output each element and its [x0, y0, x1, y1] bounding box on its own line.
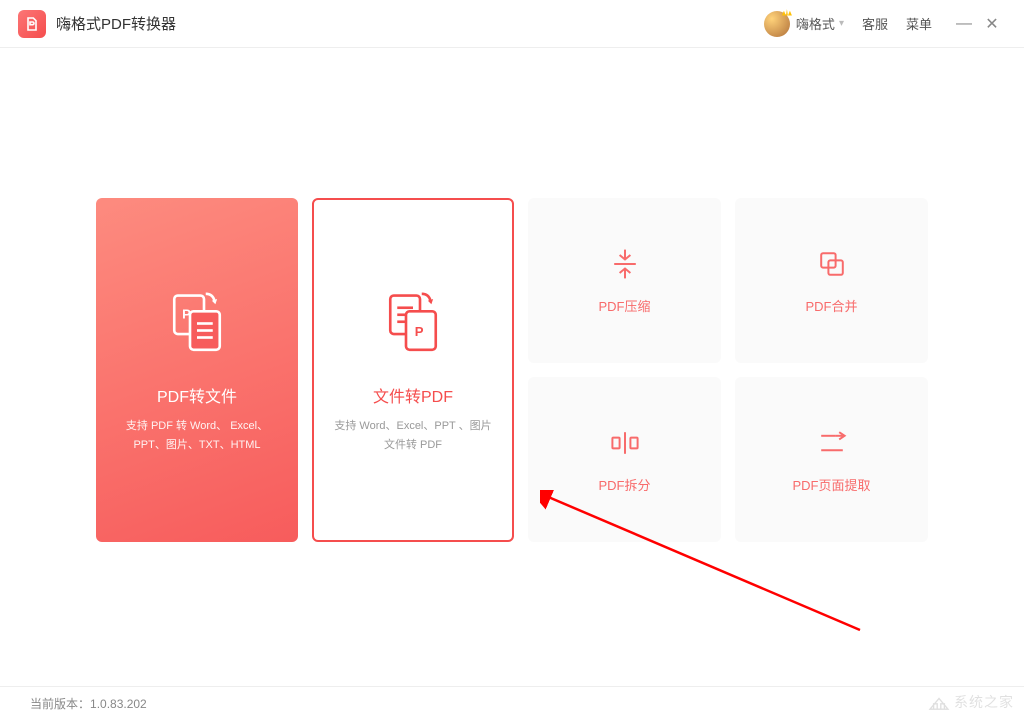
card-file-to-pdf-subtitle: 支持 Word、Excel、PPT 、图片文件转 PDF [332, 417, 494, 454]
user-dropdown-chevron-icon[interactable]: ▾ [839, 18, 844, 29]
svg-text:P: P [415, 324, 424, 339]
close-button[interactable]: ✕ [978, 10, 1006, 38]
app-title: 嗨格式PDF转换器 [56, 13, 176, 34]
compress-icon [607, 246, 643, 282]
pdf-to-file-icon: P [162, 285, 232, 355]
card-pdf-split-label: PDF拆分 [598, 475, 650, 494]
app-logo-icon [18, 10, 46, 38]
card-file-to-pdf[interactable]: P 文件转PDF 支持 Word、Excel、PPT 、图片文件转 PDF [312, 198, 514, 542]
card-pdf-split[interactable]: PDF拆分 [528, 377, 721, 542]
card-pdf-extract-label: PDF页面提取 [792, 475, 870, 494]
merge-icon [814, 246, 850, 282]
main-content: P PDF转文件 支持 PDF 转 Word、 Excel、PPT、图片、TXT… [0, 48, 1024, 542]
right-grid: PDF压缩 PDF合并 PDF拆分 PDF页面提取 [528, 198, 928, 542]
version-label: 当前版本： [30, 695, 90, 712]
card-pdf-to-file-subtitle: 支持 PDF 转 Word、 Excel、PPT、图片、TXT、HTML [114, 417, 280, 454]
file-to-pdf-icon: P [378, 285, 448, 355]
support-link[interactable]: 客服 [862, 14, 888, 33]
card-pdf-to-file-title: PDF转文件 [157, 383, 237, 407]
extract-icon [814, 425, 850, 461]
titlebar: 嗨格式PDF转换器 嗨格式 ▾ 客服 菜单 — ✕ [0, 0, 1024, 48]
card-pdf-compress-label: PDF压缩 [598, 296, 650, 315]
user-avatar[interactable] [764, 11, 790, 37]
split-icon [607, 425, 643, 461]
user-name[interactable]: 嗨格式 [796, 14, 835, 33]
card-pdf-extract[interactable]: PDF页面提取 [735, 377, 928, 542]
card-file-to-pdf-title: 文件转PDF [373, 383, 453, 407]
footer: 当前版本： 1.0.83.202 [0, 686, 1024, 720]
card-pdf-compress[interactable]: PDF压缩 [528, 198, 721, 363]
menu-link[interactable]: 菜单 [906, 14, 932, 33]
card-pdf-merge[interactable]: PDF合并 [735, 198, 928, 363]
minimize-button[interactable]: — [950, 10, 978, 38]
version-value: 1.0.83.202 [90, 697, 147, 711]
card-pdf-merge-label: PDF合并 [805, 296, 857, 315]
card-pdf-to-file[interactable]: P PDF转文件 支持 PDF 转 Word、 Excel、PPT、图片、TXT… [96, 198, 298, 542]
watermark: 系统之家 [928, 692, 1014, 712]
